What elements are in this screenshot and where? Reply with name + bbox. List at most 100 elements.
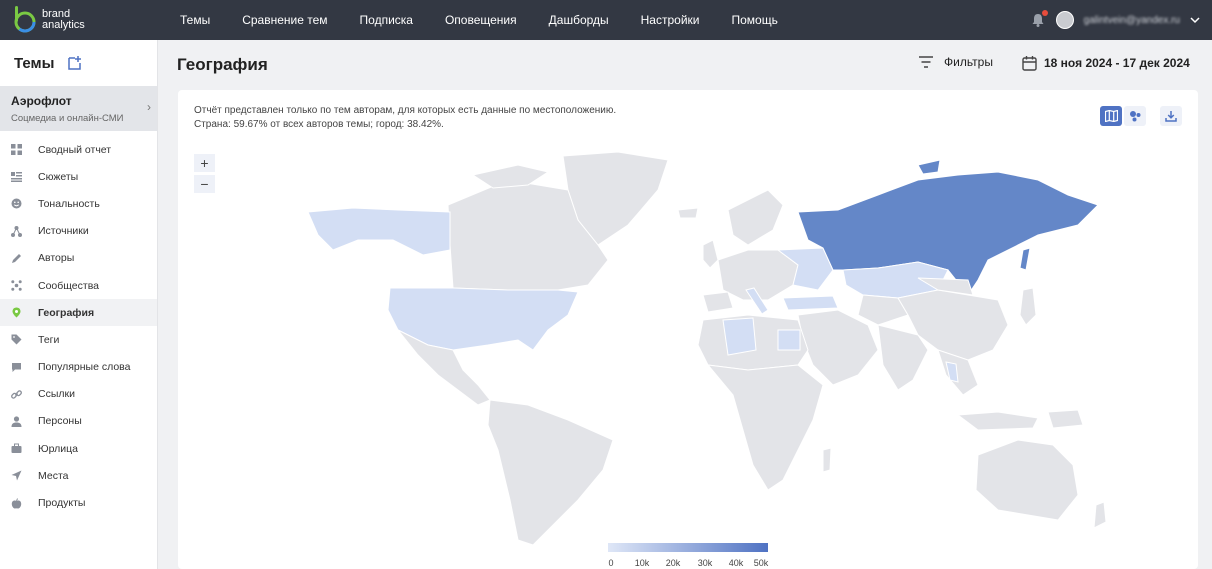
sidebar: Темы Аэрофлот Соцмедиа и онлайн-СМИ › Св… — [0, 40, 158, 569]
nav-item-help[interactable]: Помощь — [715, 0, 793, 40]
legend-tick: 40k — [728, 558, 744, 568]
topic-name: Аэрофлот — [11, 94, 72, 108]
map-region-middle-east[interactable] — [797, 309, 879, 386]
navigation-icon — [11, 470, 22, 481]
view-toggle — [1100, 106, 1146, 126]
map-region-iceland[interactable] — [677, 207, 699, 219]
nav-item-subscription[interactable]: Подписка — [344, 0, 429, 40]
nav-item-settings[interactable]: Настройки — [625, 0, 716, 40]
report-note-line-1: Отчёт представлен только по тем авторам,… — [194, 105, 617, 116]
zoom-controls: + − — [194, 154, 215, 196]
map-region-turkey[interactable] — [782, 295, 839, 311]
map-region-indonesia[interactable] — [956, 411, 1039, 431]
zoom-out-button[interactable]: − — [194, 175, 215, 193]
sidebar-item-label: Сообщества — [38, 279, 99, 292]
bubble-view-button[interactable] — [1124, 106, 1146, 126]
map-region-novaya-zemlya[interactable] — [917, 159, 941, 175]
sidebar-item-communities[interactable]: Сообщества — [0, 272, 157, 299]
map-region-japan[interactable] — [1019, 287, 1037, 326]
sidebar-item-label: Продукты — [38, 497, 86, 510]
map-region-russia[interactable] — [797, 171, 1099, 296]
zoom-in-button[interactable]: + — [194, 154, 215, 172]
add-topic-icon[interactable] — [66, 55, 82, 71]
map-region-uk[interactable] — [702, 239, 719, 269]
date-range-picker[interactable]: 18 ноя 2024 - 17 дек 2024 — [1022, 55, 1190, 71]
smile-icon — [11, 198, 22, 209]
download-button[interactable] — [1160, 106, 1182, 126]
map-view-button[interactable] — [1100, 106, 1122, 126]
briefcase-icon — [11, 443, 22, 454]
nav-item-topics[interactable]: Темы — [164, 0, 226, 40]
sidebar-item-label: Тональность — [38, 197, 100, 210]
sidebar-item-persons[interactable]: Персоны — [0, 408, 157, 435]
legend-ticks: 0 10k 20k 30k 40k 50k — [608, 558, 778, 569]
filters-button[interactable]: Фильтры — [918, 55, 993, 69]
pen-icon — [11, 253, 22, 264]
map-region-thailand[interactable] — [945, 361, 959, 383]
map-region-alaska[interactable] — [307, 207, 451, 256]
community-icon — [11, 280, 22, 291]
map-icon — [1104, 110, 1118, 122]
notifications-bell-icon[interactable] — [1030, 10, 1048, 28]
user-area: galintvein@yandex.ru — [1030, 0, 1200, 40]
legend-tick: 30k — [697, 558, 713, 568]
sidebar-item-places[interactable]: Места — [0, 462, 157, 489]
nav-item-dashboards[interactable]: Дашборды — [533, 0, 625, 40]
brand-logo-icon — [14, 6, 36, 33]
nav-item-compare[interactable]: Сравнение тем — [226, 0, 343, 40]
location-pin-icon — [11, 307, 22, 318]
sidebar-item-sources[interactable]: Источники — [0, 218, 157, 245]
page-title: География — [177, 55, 268, 74]
sidebar-item-summary[interactable]: Сводный отчет — [0, 136, 157, 163]
brand-line-2: analytics — [42, 19, 85, 31]
geography-card: Отчёт представлен только по тем авторам,… — [178, 90, 1198, 569]
sidebar-item-stories[interactable]: Сюжеты — [0, 163, 157, 190]
legend-tick: 10k — [634, 558, 650, 568]
sidebar-item-authors[interactable]: Авторы — [0, 245, 157, 272]
calendar-icon — [1022, 56, 1037, 71]
map-region-australia[interactable] — [975, 439, 1079, 521]
sidebar-item-legal-entities[interactable]: Юрлица — [0, 435, 157, 462]
map-region-madagascar[interactable] — [822, 447, 832, 473]
date-range-label: 18 ноя 2024 - 17 дек 2024 — [1044, 56, 1190, 70]
sidebar-item-sentiment[interactable]: Тональность — [0, 190, 157, 217]
map-region-sakhalin[interactable] — [1019, 247, 1031, 271]
map-region-egypt[interactable] — [777, 329, 801, 351]
map-region-western-europe[interactable] — [717, 249, 799, 301]
map-legend: 0 10k 20k 30k 40k 50k — [608, 543, 778, 569]
user-email[interactable]: galintvein@yandex.ru — [1084, 15, 1180, 26]
map-region-algeria[interactable] — [722, 317, 757, 356]
map-region-spain[interactable] — [702, 291, 734, 313]
map-region-south-america[interactable] — [487, 399, 614, 546]
sidebar-item-popular-words[interactable]: Популярные слова — [0, 354, 157, 381]
report-note-line-2: Страна: 59.67% от всех авторов темы; гор… — [194, 119, 444, 130]
brand-logo[interactable]: brand analytics — [12, 2, 102, 36]
sidebar-item-links[interactable]: Ссылки — [0, 381, 157, 408]
sidebar-item-geography[interactable]: География — [0, 299, 157, 327]
chevron-down-icon[interactable] — [1190, 15, 1200, 25]
filters-label: Фильтры — [944, 55, 993, 69]
current-topic[interactable]: Аэрофлот Соцмедиа и онлайн-СМИ › — [0, 86, 157, 131]
bubbles-icon — [1129, 111, 1140, 122]
sidebar-header: Темы — [0, 40, 157, 86]
map-region-scandinavia[interactable] — [727, 189, 784, 246]
sidebar-item-tags[interactable]: Теги — [0, 326, 157, 353]
avatar[interactable] — [1055, 11, 1074, 29]
download-icon — [1165, 111, 1177, 122]
notification-dot — [1041, 10, 1048, 16]
topic-subtitle: Соцмедиа и онлайн-СМИ — [11, 113, 124, 124]
nodes-icon — [11, 225, 22, 237]
chat-icon — [11, 362, 22, 373]
sidebar-item-label: Теги — [38, 333, 60, 346]
map-region-new-zealand[interactable] — [1093, 501, 1107, 529]
sidebar-item-label: Авторы — [38, 252, 75, 265]
map-region-new-guinea[interactable] — [1047, 409, 1084, 429]
sidebar-item-products[interactable]: Продукты — [0, 489, 157, 516]
nav-item-alerts[interactable]: Оповещения — [429, 0, 533, 40]
legend-tick: 0 — [608, 558, 614, 568]
filter-icon — [919, 56, 933, 68]
sidebar-item-label: Источники — [38, 225, 89, 238]
sidebar-item-label: Популярные слова — [38, 361, 131, 374]
world-map[interactable] — [278, 150, 1118, 550]
map-region-central-africa[interactable] — [706, 364, 824, 491]
